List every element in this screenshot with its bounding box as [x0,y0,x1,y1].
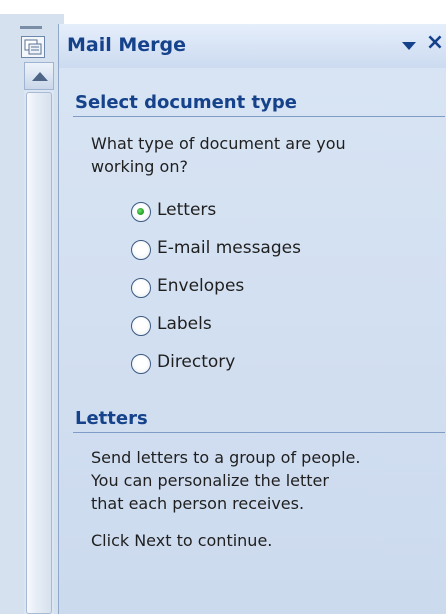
mail-merge-task-pane: Mail Merge × Select document type What t… [58,24,446,614]
pane-options-button[interactable] [397,32,421,58]
question-text-line2: working on? [91,157,188,176]
section-divider [73,432,445,433]
next-step-hint: Click Next to continue. [91,531,273,550]
section-title-letters: Letters [75,408,148,429]
letters-description-line2: You can personalize the letter [91,471,329,490]
radio-label[interactable]: E-mail messages [157,238,301,258]
pane-title: Mail Merge [67,34,187,56]
pane-header: Mail Merge × [59,24,446,68]
vertical-scrollbar[interactable] [24,62,54,614]
radio-label[interactable]: Directory [157,352,235,372]
radio-label[interactable]: Envelopes [157,276,244,296]
top-edge [0,0,446,14]
scroll-thumb[interactable] [26,92,52,614]
chevron-down-icon [402,42,416,50]
radio-button[interactable] [131,240,151,260]
radio-button[interactable] [131,354,151,374]
radio-button[interactable] [131,278,151,298]
scroll-up-button[interactable] [24,62,54,90]
radio-label[interactable]: Letters [157,200,216,220]
letters-description-line3: that each person receives. [91,494,305,513]
grip-handle[interactable] [20,26,42,29]
radio-label[interactable]: Labels [157,314,212,334]
close-icon[interactable]: × [423,28,446,58]
radio-selected-dot [137,208,144,215]
question-text-line1: What type of document are you [91,134,346,153]
letters-description-line1: Send letters to a group of people. [91,448,361,467]
task-pane-icon[interactable] [21,36,45,58]
radio-button[interactable] [131,202,151,222]
section-divider [73,116,445,117]
radio-button[interactable] [131,316,151,336]
section-title-select-document-type: Select document type [75,92,297,113]
arrow-up-icon [32,72,48,81]
